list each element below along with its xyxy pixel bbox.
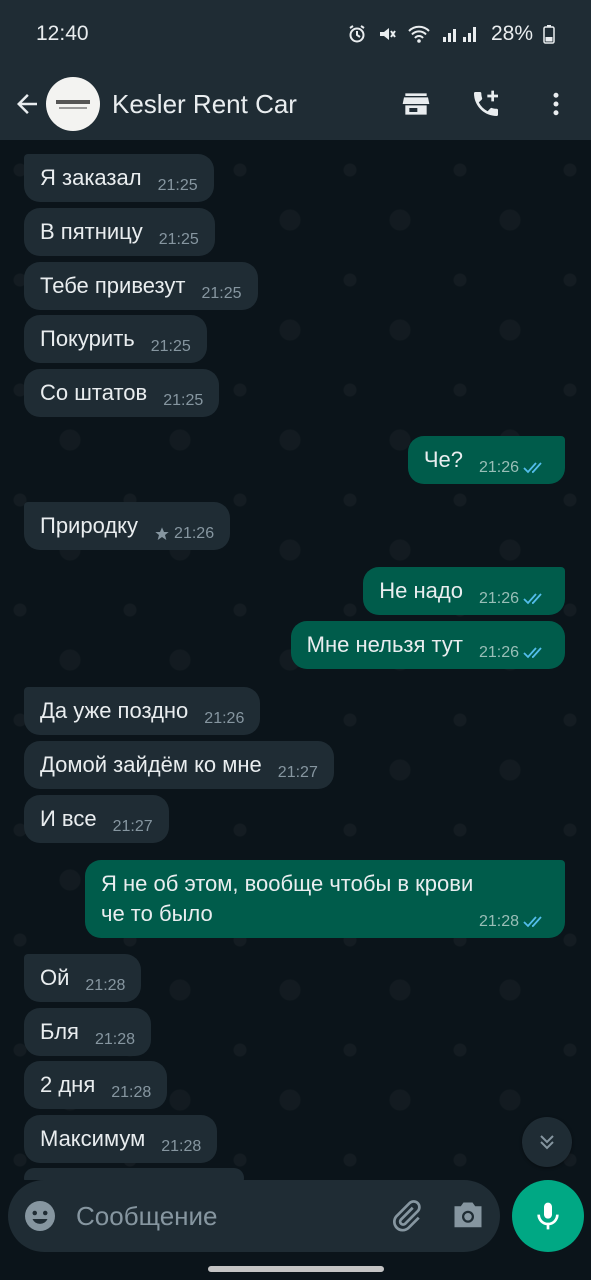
message-time: 21:25 xyxy=(201,285,242,302)
message-time: 21:28 xyxy=(85,977,126,994)
message-bubble[interactable]: 2 дня 21:28 xyxy=(24,1061,168,1109)
message-text: Со штатов xyxy=(40,380,148,405)
contact-name[interactable]: Kesler Rent Car xyxy=(112,89,381,120)
gesture-nav-bar[interactable] xyxy=(208,1266,384,1272)
chat-header: Kesler Rent Car xyxy=(0,68,591,140)
read-ticks-icon xyxy=(523,916,542,928)
status-bar: 12:40 28% xyxy=(0,0,591,68)
message-time: 21:25 xyxy=(163,392,204,409)
message-bubble[interactable]: Я заказал 21:25 xyxy=(24,154,214,202)
message-bubble[interactable]: Ой 21:28 xyxy=(24,954,142,1002)
message-text: Мне нельзя тут xyxy=(306,632,463,657)
status-icons: 28% xyxy=(347,22,555,46)
message-composer[interactable]: Сообщение xyxy=(8,1180,500,1252)
more-vert-icon xyxy=(553,92,559,116)
message-time: 21:25 xyxy=(157,177,198,194)
message-text-line: че то было xyxy=(101,901,213,926)
message-time: 21:26 xyxy=(478,644,519,661)
message-bubble[interactable]: Природку 21:26 xyxy=(24,502,231,550)
message-text: И все xyxy=(40,806,97,831)
message-time: 21:26 xyxy=(478,590,519,607)
back-arrow-icon xyxy=(17,94,37,114)
message-bubble[interactable]: Тебе привезут 21:25 xyxy=(24,262,258,310)
message-bubble[interactable]: Че? 21:26 xyxy=(407,436,565,484)
message-text: Покурить xyxy=(40,326,135,351)
battery-percent: 28% xyxy=(490,22,533,45)
message-bubble[interactable]: Максимум 21:28 xyxy=(24,1115,218,1163)
message-time: 21:26 xyxy=(478,459,519,476)
message-text: Максимум xyxy=(40,1126,146,1151)
camera-icon[interactable] xyxy=(450,1198,486,1234)
message-text: Бля xyxy=(40,1019,79,1044)
message-bubble[interactable]: Я не об этом, вообще чтобы в крови че то… xyxy=(85,860,565,938)
status-time: 12:40 xyxy=(36,22,89,45)
avatar-logo-mark xyxy=(56,99,90,104)
message-time: 21:27 xyxy=(112,818,153,835)
message-bubble[interactable]: Покурить 21:25 xyxy=(24,315,207,363)
avatar-logo-line xyxy=(59,106,87,109)
message-time: 21:27 xyxy=(277,764,318,781)
read-ticks-icon xyxy=(523,647,542,659)
double-chevron-down-icon xyxy=(540,1135,554,1150)
message-time: 21:28 xyxy=(111,1084,152,1101)
message-time: 21:28 xyxy=(478,913,519,930)
back-button[interactable] xyxy=(4,68,50,140)
more-options-button[interactable] xyxy=(521,68,591,140)
mic-icon xyxy=(537,1202,559,1230)
message-text: Я заказал xyxy=(40,165,142,190)
message-bubble[interactable]: Мне нельзя тут 21:26 xyxy=(290,621,565,669)
scroll-to-bottom-button[interactable] xyxy=(522,1117,572,1167)
message-bubble[interactable]: Да уже поздно 21:26 xyxy=(24,687,261,735)
message-text: Ой xyxy=(40,965,70,990)
message-time: 21:26 xyxy=(174,525,215,542)
message-time: 21:26 xyxy=(204,710,245,727)
message-bubble[interactable]: Домой зайдём ко мне 21:27 xyxy=(24,741,334,789)
message-text: Природку xyxy=(40,513,139,538)
message-text: Да уже поздно xyxy=(40,698,189,723)
message-bubble[interactable]: В пятницу 21:25 xyxy=(24,208,215,256)
message-text: В пятницу xyxy=(40,219,143,244)
chat-area[interactable]: Я заказал 21:25 В пятницу 21:25 Тебе приве… xyxy=(0,140,591,1180)
star-icon xyxy=(155,527,169,540)
message-text: Не надо xyxy=(379,578,463,603)
message-text: Тебе привезут xyxy=(40,273,186,298)
message-input[interactable]: Сообщение xyxy=(76,1201,388,1232)
battery-icon xyxy=(543,25,555,44)
store-button[interactable] xyxy=(381,68,451,140)
alarm-icon xyxy=(349,25,365,43)
add-call-icon xyxy=(474,90,498,116)
mute-icon xyxy=(379,28,396,40)
message-text: Домой зайдём ко мне xyxy=(40,752,262,777)
message-bubble[interactable]: И все 21:27 xyxy=(24,795,169,843)
voice-message-button[interactable] xyxy=(512,1180,584,1252)
message-bubble-partial[interactable] xyxy=(24,1168,244,1180)
message-bubble[interactable]: Бля 21:28 xyxy=(24,1008,151,1056)
message-time: 21:28 xyxy=(94,1031,135,1048)
message-bubble[interactable]: Со штатов 21:25 xyxy=(24,369,220,417)
message-time: 21:25 xyxy=(158,231,199,248)
message-time: 21:25 xyxy=(150,338,191,355)
attach-icon[interactable] xyxy=(388,1198,424,1234)
read-ticks-icon xyxy=(523,593,542,605)
message-text-line: Я не об этом, вообще чтобы в крови xyxy=(101,871,474,896)
read-ticks-icon xyxy=(523,462,542,474)
add-call-button[interactable] xyxy=(451,68,521,140)
signal-icon xyxy=(442,27,476,42)
message-text: Че? xyxy=(423,447,463,472)
avatar[interactable] xyxy=(46,77,100,131)
message-time: 21:28 xyxy=(161,1138,202,1155)
message-text: 2 дня xyxy=(40,1072,96,1097)
wifi-icon xyxy=(408,25,430,43)
message-bubble[interactable]: Не надо 21:26 xyxy=(363,567,565,615)
emoji-icon[interactable] xyxy=(22,1198,58,1234)
store-icon xyxy=(402,93,430,115)
